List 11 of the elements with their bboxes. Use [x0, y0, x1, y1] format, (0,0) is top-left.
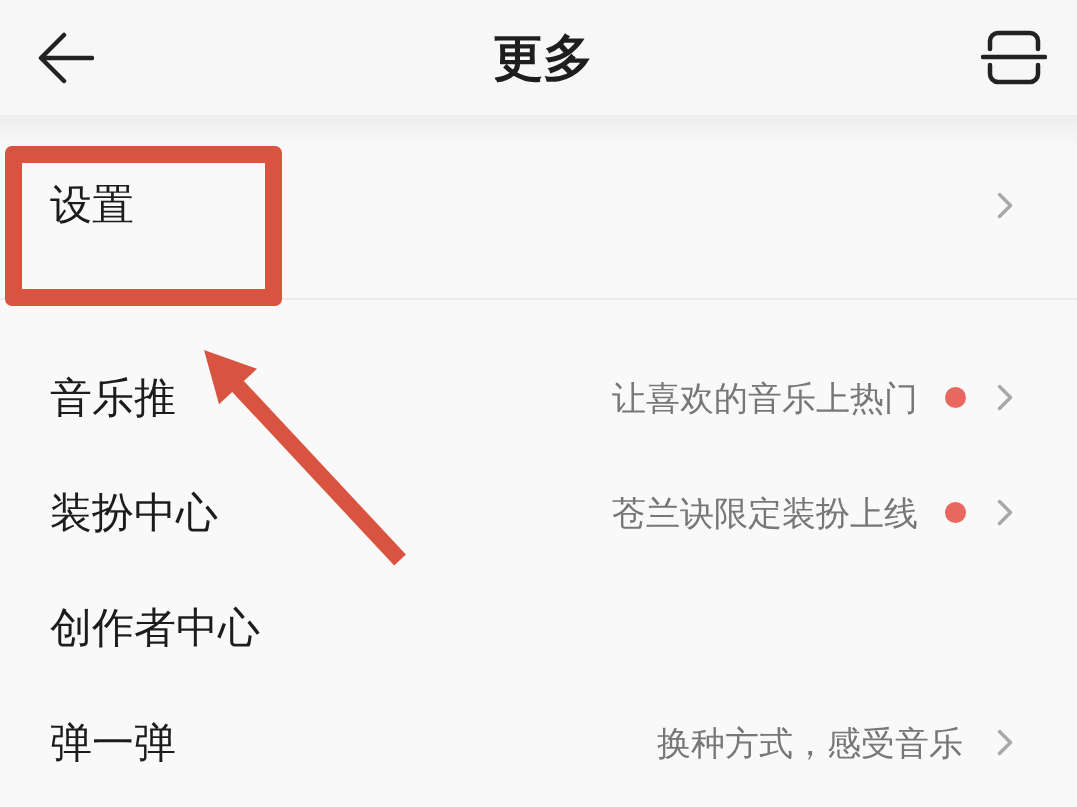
- menu-item[interactable]: 弹一弹: [50, 721, 176, 764]
- scan-icon[interactable]: [981, 30, 1047, 85]
- menu-item-hint: 让喜欢的音乐上热门: [612, 380, 918, 415]
- menu-item[interactable]: 设置: [50, 184, 134, 226]
- back-arrow-icon[interactable]: [38, 31, 94, 84]
- menu-item-hint: 苍兰诀限定装扮上线: [612, 495, 918, 530]
- menu-item[interactable]: 音乐推: [50, 376, 176, 419]
- menu-item[interactable]: 装扮中心: [50, 491, 218, 534]
- menu-item-hint: 换种方式，感受音乐: [657, 725, 963, 760]
- page-title: 更多: [492, 32, 593, 83]
- menu-item[interactable]: 创作者中心: [50, 606, 260, 649]
